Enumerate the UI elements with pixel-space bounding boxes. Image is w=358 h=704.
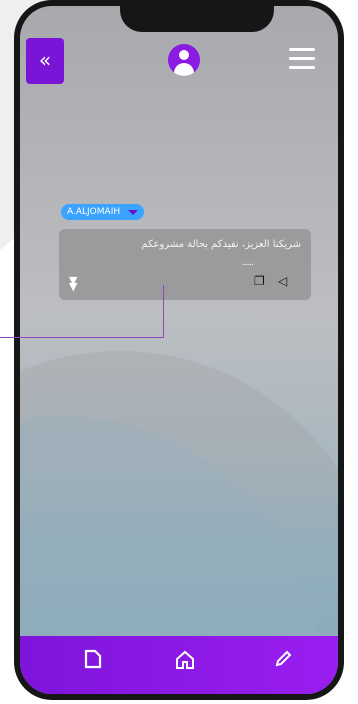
message-ellipsis: ......	[241, 258, 254, 268]
sender-tag[interactable]: A.ALJOMAIH	[61, 204, 145, 220]
phone-frame	[14, 0, 344, 700]
home-icon[interactable]	[170, 648, 200, 678]
speaker-icon[interactable]: ◁	[278, 274, 287, 288]
bottom-navigation	[20, 636, 338, 694]
phone-screen	[20, 6, 338, 694]
back-button[interactable]: «	[26, 38, 64, 84]
edit-icon[interactable]	[268, 648, 298, 678]
double-chevron-left-icon: «	[38, 48, 52, 72]
user-avatar-icon[interactable]	[168, 44, 200, 76]
copy-icon[interactable]: ❐	[254, 274, 265, 288]
document-icon[interactable]	[78, 648, 108, 678]
phone-notch	[120, 0, 274, 32]
message-text: شريكنا العزيز، نفيدكم بحالة مشروعكم	[141, 239, 301, 250]
callout-connector-line	[0, 285, 164, 338]
sender-name: A.ALJOMAIH	[67, 207, 121, 217]
chevron-down-icon	[128, 209, 139, 215]
hamburger-menu-icon[interactable]	[289, 48, 315, 70]
